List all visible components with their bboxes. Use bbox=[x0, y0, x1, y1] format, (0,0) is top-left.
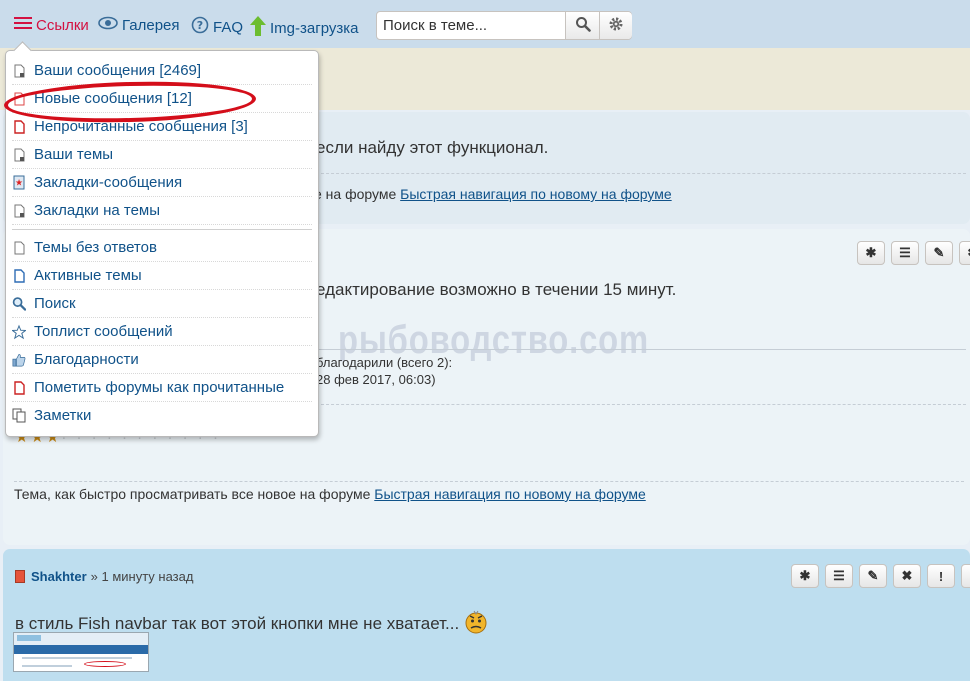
edit-button[interactable]: ✎ bbox=[859, 564, 887, 588]
menu-item-label: Благодарности bbox=[34, 351, 139, 368]
menu-item-bookmarked-topics[interactable]: Закладки на темы bbox=[12, 197, 312, 225]
divider bbox=[316, 404, 966, 405]
menu-item-bookmarked-posts[interactable]: ★ Закладки-сообщения bbox=[12, 169, 312, 197]
menu-item-label: Пометить форумы как прочитанные bbox=[34, 379, 285, 396]
menu-item-label: Ваши темы bbox=[34, 146, 114, 163]
svg-text:?: ? bbox=[197, 19, 203, 32]
more-button[interactable]: ✱ bbox=[959, 241, 970, 265]
post-buttons: ✱ ☰ ✎ ✱ bbox=[857, 241, 970, 265]
menu-item-mark-forums-read[interactable]: Пометить форумы как прочитанные bbox=[12, 374, 312, 402]
close-icon: ✖ bbox=[901, 568, 913, 583]
exclamation-icon: ! bbox=[938, 568, 944, 584]
links-dropdown-menu: Ваши сообщения [2469] Новые сообщения [1… bbox=[3, 41, 319, 437]
post-text-content: в стиль Fish navbar так вот этой кнопки … bbox=[15, 613, 460, 633]
quick-mod-button[interactable]: ✱ bbox=[857, 241, 885, 265]
signature-text: е на форуме bbox=[314, 186, 397, 202]
text-lines-icon: ☰ bbox=[833, 568, 845, 583]
post-signature: Тема, как быстро просматривать все новое… bbox=[14, 486, 646, 502]
menu-item-your-posts[interactable]: Ваши сообщения [2469] bbox=[12, 57, 312, 85]
post-time: » 1 минуту назад bbox=[90, 569, 194, 584]
nav-img-label: Img-загрузка bbox=[270, 19, 359, 37]
gear-icon bbox=[608, 16, 624, 35]
signature-link[interactable]: Быстрая навигация по новому на форуме bbox=[374, 486, 645, 502]
post-text: если найду этот функционал. bbox=[316, 138, 549, 157]
upload-arrow-icon bbox=[250, 16, 266, 40]
menu-item-active-topics[interactable]: Активные темы bbox=[12, 262, 312, 290]
menu-item-toplist[interactable]: Топлист сообщений bbox=[12, 318, 312, 346]
bookmark-star-icon: ★ bbox=[12, 175, 26, 191]
doc-unread-icon bbox=[12, 119, 26, 135]
signature-text: Тема, как быстро просматривать все новое… bbox=[14, 486, 371, 502]
menu-item-label: Поиск bbox=[34, 295, 76, 312]
hamburger-icon bbox=[14, 16, 32, 34]
delete-button[interactable]: ✖ bbox=[893, 564, 921, 588]
star-icon bbox=[12, 324, 26, 340]
menu-separator bbox=[12, 229, 312, 230]
menu-item-label: Закладки-сообщения bbox=[34, 174, 183, 191]
menu-item-label: Активные темы bbox=[34, 267, 142, 284]
quote-button[interactable]: ☰ bbox=[825, 564, 853, 588]
menu-item-notes[interactable]: Заметки bbox=[12, 402, 312, 429]
divider bbox=[316, 173, 966, 174]
menu-item-label: Заметки bbox=[34, 407, 92, 424]
advanced-search-button[interactable] bbox=[599, 12, 632, 39]
thanks-date: 28 фев 2017, 06:03) bbox=[316, 372, 436, 387]
help-icon: ? bbox=[191, 16, 209, 38]
pencil-icon: ✎ bbox=[933, 245, 945, 260]
smiley-icon bbox=[463, 608, 489, 639]
menu-item-label: Топлист сообщений bbox=[34, 323, 173, 340]
menu-item-label: Темы без ответов bbox=[34, 239, 157, 256]
search-box bbox=[376, 11, 632, 40]
author-name[interactable]: Shakhter bbox=[31, 569, 87, 584]
menu-item-search[interactable]: Поиск bbox=[12, 290, 312, 318]
nav-faq[interactable]: ? FAQ bbox=[191, 16, 243, 38]
menu-item-your-topics[interactable]: Ваши темы bbox=[12, 141, 312, 169]
search-input[interactable] bbox=[377, 12, 565, 39]
doc-user-icon bbox=[12, 147, 26, 163]
divider bbox=[316, 349, 966, 350]
edit-button[interactable]: ✎ bbox=[925, 241, 953, 265]
nav-faq-label: FAQ bbox=[213, 18, 244, 36]
notes-icon bbox=[12, 408, 26, 424]
report-button[interactable]: ! bbox=[927, 564, 955, 588]
divider bbox=[14, 481, 964, 482]
thumbs-up-icon bbox=[12, 352, 26, 368]
navbar: Ссылки Галерея ? FAQ Img-загрузка bbox=[0, 0, 970, 48]
signature-link[interactable]: Быстрая навигация по новому на форуме bbox=[400, 186, 671, 202]
quick-mod-button[interactable]: ✱ bbox=[791, 564, 819, 588]
post-signature: е на форуме Быстрая навигация по новому … bbox=[314, 186, 672, 202]
search-icon bbox=[12, 296, 26, 312]
pencil-icon: ✎ bbox=[867, 568, 879, 583]
thanks-line: благодарили (всего 2): bbox=[316, 355, 453, 370]
post-icon bbox=[15, 570, 25, 583]
nav-gallery-label: Галерея bbox=[122, 16, 180, 34]
nav-gallery[interactable]: Галерея bbox=[98, 16, 180, 34]
asterisk-icon: ✱ bbox=[799, 568, 811, 583]
svg-text:★: ★ bbox=[15, 179, 23, 189]
doc-mark-icon bbox=[12, 380, 26, 396]
nav-img-upload[interactable]: Img-загрузка bbox=[250, 16, 358, 40]
text-lines-icon: ☰ bbox=[899, 245, 911, 260]
nav-links-menu[interactable]: Ссылки bbox=[14, 16, 89, 34]
quote-button[interactable]: ☰ bbox=[891, 241, 919, 265]
nav-links-label: Ссылки bbox=[36, 16, 89, 34]
menu-item-label: Ваши сообщения [2469] bbox=[34, 62, 202, 79]
search-icon bbox=[575, 16, 591, 35]
menu-item-thanks[interactable]: Благодарности bbox=[12, 346, 312, 374]
search-button[interactable] bbox=[565, 12, 600, 39]
asterisk-icon: ✱ bbox=[865, 245, 877, 260]
doc-user-icon bbox=[12, 63, 26, 79]
doc-icon bbox=[12, 240, 26, 256]
post-header: Shakhter » 1 минуту назад bbox=[15, 569, 193, 584]
menu-item-label: Закладки на темы bbox=[34, 202, 161, 219]
menu-item-unanswered-topics[interactable]: Темы без ответов bbox=[12, 234, 312, 262]
post-buttons: ✱ ☰ ✎ ✖ ! ▲ bbox=[791, 564, 970, 588]
doc-user-icon bbox=[12, 203, 26, 219]
eye-icon bbox=[98, 16, 118, 34]
post-text: едактирование возможно в течении 15 мину… bbox=[316, 280, 677, 299]
warn-button[interactable]: ▲ bbox=[961, 564, 970, 588]
attached-image-thumbnail[interactable] bbox=[13, 632, 149, 672]
doc-active-icon bbox=[12, 268, 26, 284]
